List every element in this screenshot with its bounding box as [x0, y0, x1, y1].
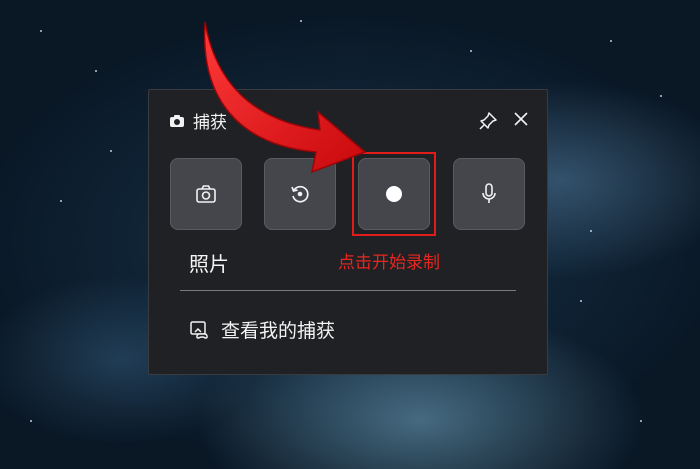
pointer-arrow: [203, 21, 367, 174]
